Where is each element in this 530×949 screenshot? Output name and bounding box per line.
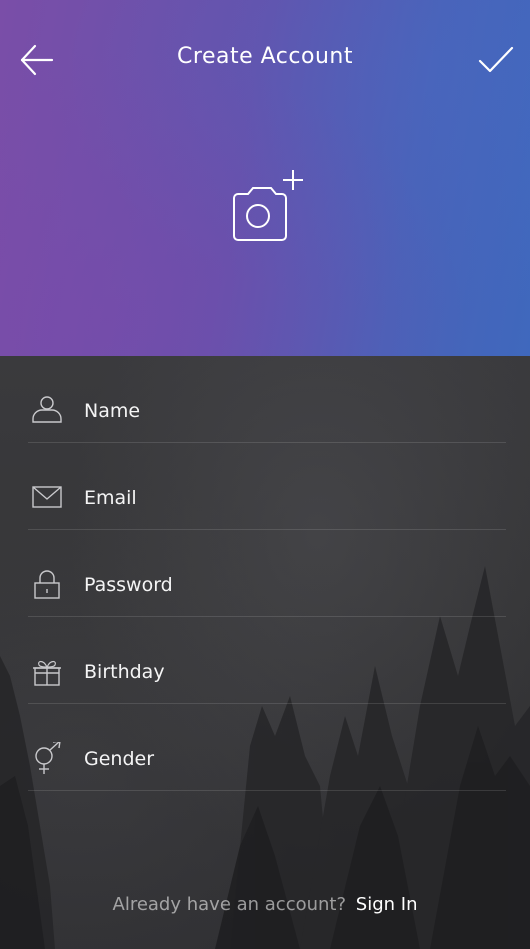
birthday-field[interactable]: Birthday [28, 617, 506, 704]
already-have-account-text: Already have an account? [112, 894, 347, 915]
checkmark-icon [478, 46, 514, 73]
add-photo-button[interactable] [228, 168, 308, 248]
page-title: Create Account [177, 44, 353, 69]
password-field-label: Password [84, 574, 173, 596]
envelope-icon [32, 486, 62, 508]
camera-add-icon [233, 170, 303, 241]
sign-in-link[interactable]: Sign In [356, 894, 418, 915]
gender-field-label: Gender [84, 748, 155, 770]
email-field-label: Email [84, 487, 137, 509]
gift-icon [33, 660, 61, 686]
name-field-label: Name [84, 400, 141, 422]
gender-field[interactable]: Gender [28, 704, 506, 791]
sign-in-prompt: Already have an account? Sign In [0, 894, 530, 915]
header: Create Account [0, 0, 530, 356]
email-field[interactable]: Email [28, 443, 506, 530]
confirm-button[interactable] [476, 40, 516, 80]
form-area: Name Email Password Birthday Gender [0, 356, 530, 949]
gender-icon [35, 742, 61, 774]
lock-icon [34, 570, 60, 599]
birthday-field-label: Birthday [84, 661, 165, 683]
password-field[interactable]: Password [28, 530, 506, 617]
name-field[interactable]: Name [28, 356, 506, 443]
user-icon [32, 396, 62, 423]
